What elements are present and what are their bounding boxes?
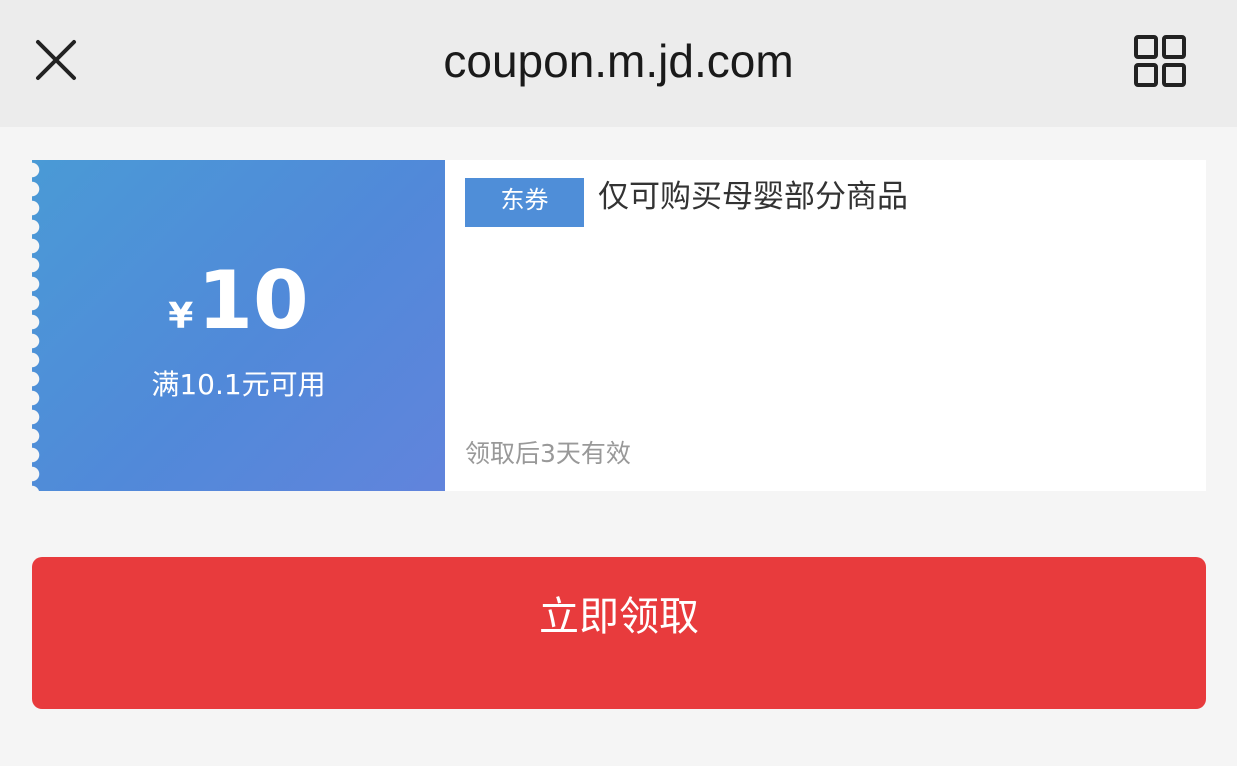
grid-menu-icon (1134, 35, 1186, 87)
menu-button[interactable] (1132, 33, 1188, 89)
validity-text: 领取后3天有效 (465, 439, 631, 468)
coupon-card: ¥10 满10.1元可用 东券 仅可购买母婴部分商品 领取后3天有效 (32, 160, 1206, 491)
coupon-detail-panel: 东券 仅可购买母婴部分商品 领取后3天有效 (445, 160, 1206, 491)
coupon-value-panel: ¥10 满10.1元可用 (32, 160, 445, 491)
coupon-description: 仅可购买母婴部分商品 (598, 179, 908, 215)
coupon-type-badge: 东券 (465, 178, 584, 227)
currency-symbol: ¥ (168, 296, 194, 337)
usage-condition: 满10.1元可用 (151, 368, 326, 401)
coupon-amount: ¥10 (32, 256, 445, 346)
amount-value: 10 (197, 254, 309, 347)
page-title: coupon.m.jd.com (443, 35, 794, 87)
claim-now-button[interactable]: 立即领取 (32, 557, 1206, 709)
top-bar: coupon.m.jd.com (0, 0, 1237, 127)
